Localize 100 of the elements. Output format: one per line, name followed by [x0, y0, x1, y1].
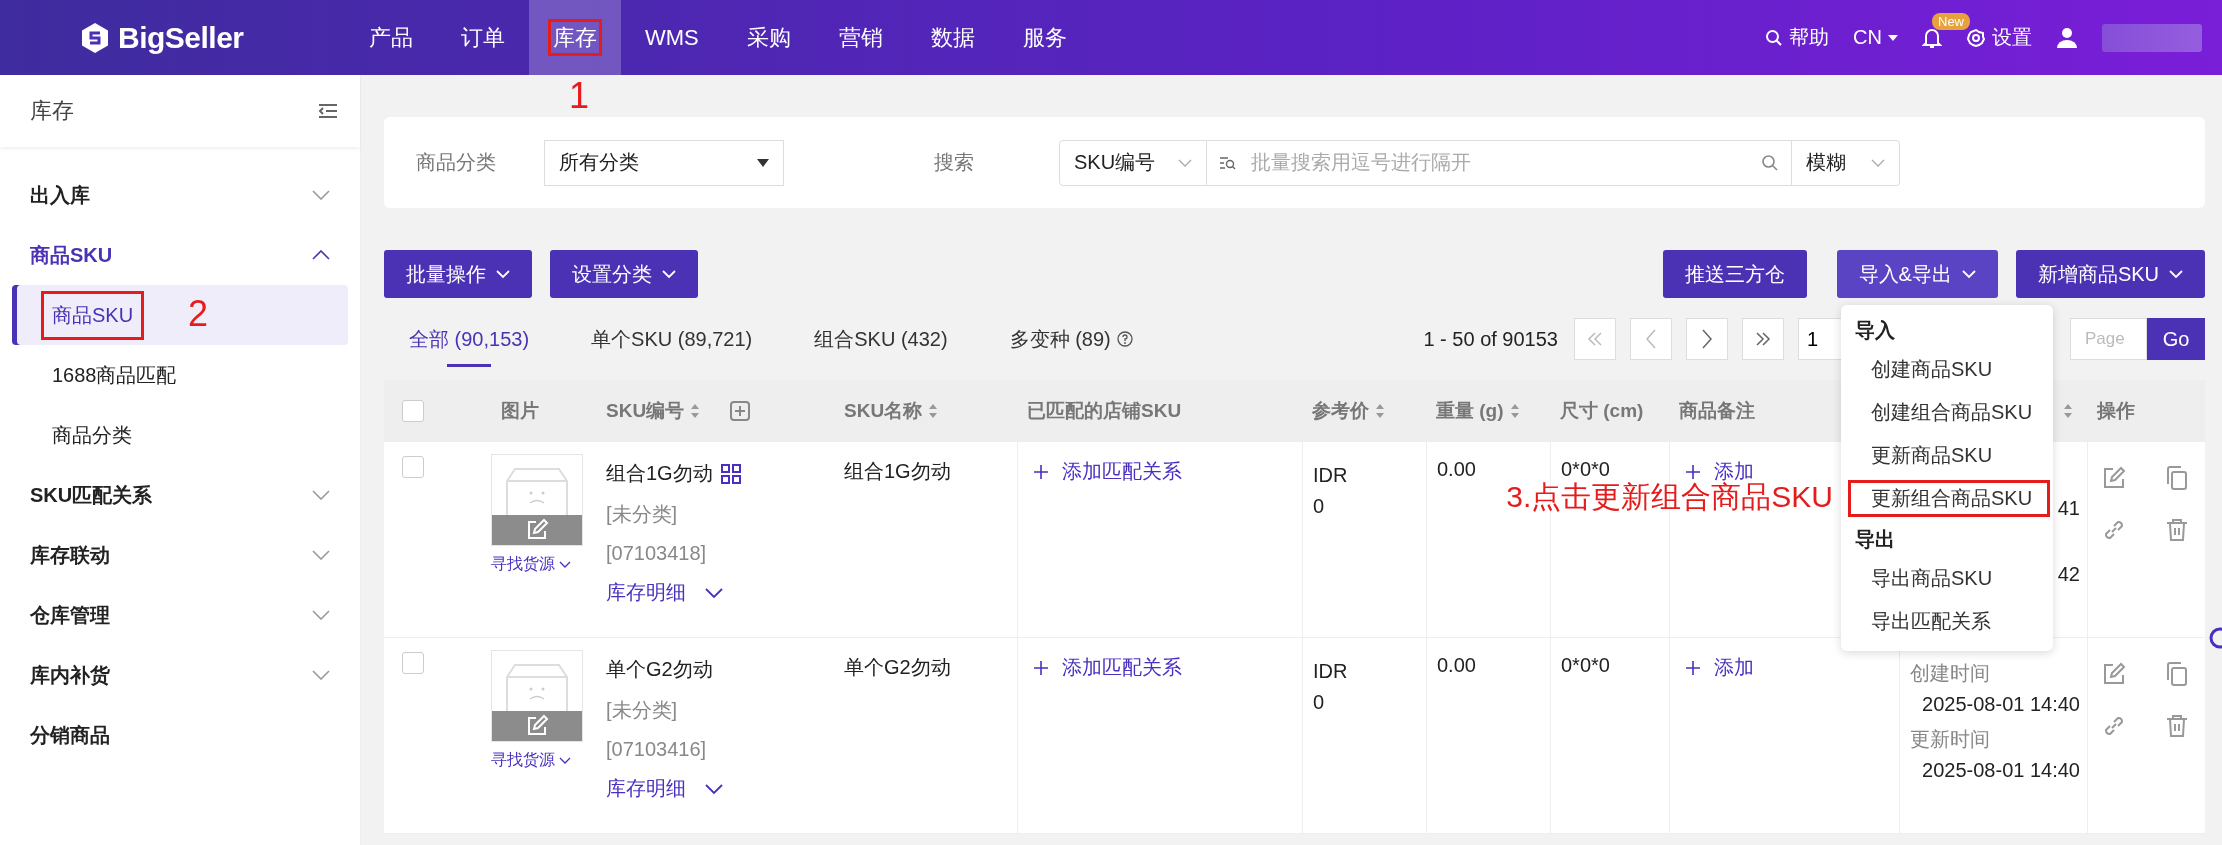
add-match-link[interactable]: 添加匹配关系: [1028, 654, 1182, 681]
language-select[interactable]: CN: [1853, 26, 1898, 49]
dropdown-button[interactable]: 设置分类: [550, 250, 698, 298]
edit-icon[interactable]: [2102, 466, 2126, 490]
nav-tab[interactable]: 订单: [437, 0, 529, 75]
menu-item[interactable]: 更新商品SKU: [1841, 434, 2053, 477]
menu-item[interactable]: 导出商品SKU: [1841, 557, 2053, 600]
chevron-icon: [1645, 329, 1657, 349]
menu-item[interactable]: 更新组合商品SKU: [1845, 477, 2053, 520]
select-all-checkbox[interactable]: [402, 400, 424, 422]
chevron-icon: [1701, 329, 1713, 349]
page-range: 1 - 50 of 90153: [1423, 327, 1558, 351]
search-field[interactable]: 批量搜索用逗号进行隔开: [1207, 139, 1792, 186]
collapse-icon[interactable]: [318, 103, 338, 119]
tab[interactable]: 多变种 (89): [1009, 307, 1133, 371]
find-source-link[interactable]: 寻找货源: [491, 554, 571, 575]
tab[interactable]: 组合SKU (432): [814, 307, 948, 371]
sort-icon[interactable]: [928, 403, 939, 419]
sort-icon[interactable]: [1375, 403, 1385, 419]
last-page-button[interactable]: [1742, 318, 1784, 360]
add-note-link[interactable]: 添加: [1680, 654, 1754, 681]
time-label: 更新时间: [1910, 727, 1991, 752]
toolbar-button[interactable]: 导入&导出: [1836, 250, 1998, 298]
column-header: SKU名称: [844, 399, 923, 423]
chevron-icon: [559, 756, 571, 765]
sidebar-group[interactable]: 商品SKU: [0, 225, 360, 285]
column-header: 操作: [2097, 399, 2135, 423]
edit-image-button[interactable]: [492, 711, 582, 741]
nav-tab[interactable]: WMS: [621, 0, 723, 75]
add-column-icon[interactable]: [730, 401, 751, 421]
nav-tab[interactable]: 产品: [345, 0, 437, 75]
edit-icon[interactable]: [2102, 662, 2126, 686]
next-page-button[interactable]: [1686, 318, 1728, 360]
go-button[interactable]: Go: [2147, 318, 2205, 360]
delete-icon[interactable]: [2166, 714, 2188, 738]
sku-number: [07103416]: [606, 738, 707, 761]
sort-icon[interactable]: [2063, 403, 2073, 419]
toolbar-button[interactable]: 新增商品SKU: [2015, 250, 2205, 298]
add-match-link[interactable]: 添加匹配关系: [1028, 458, 1182, 485]
column-header: 已匹配的店铺SKU: [1027, 399, 1182, 423]
sidebar-group[interactable]: 分销商品: [0, 705, 360, 765]
category-select[interactable]: 所有分类: [544, 139, 784, 186]
sidebar-item[interactable]: 1688商品匹配: [12, 345, 348, 405]
chevron-icon: [312, 550, 330, 560]
help-link[interactable]: 帮助: [1765, 24, 1830, 51]
time-value: 42: [2057, 563, 2080, 585]
sidebar-item[interactable]: 商品分类: [12, 405, 348, 465]
nav-tab[interactable]: 数据: [906, 0, 999, 75]
table-cell-text: 组合1G勿动: [844, 459, 951, 484]
chevron-icon: [312, 190, 330, 200]
annotation-number: 1: [569, 78, 590, 114]
menu-item[interactable]: 创建组合商品SKU: [1841, 391, 2053, 434]
sidebar-group[interactable]: 库存联动: [0, 525, 360, 585]
menu-item[interactable]: 导出匹配关系: [1841, 600, 2053, 643]
sidebar-group[interactable]: SKU匹配关系: [0, 465, 360, 525]
user-icon[interactable]: [2056, 26, 2078, 49]
sku-number: [07103418]: [606, 542, 707, 565]
tab[interactable]: 全部 (90,153): [409, 307, 530, 371]
stock-detail-link[interactable]: 库存明细: [606, 579, 724, 606]
list-search-icon: [1219, 155, 1237, 170]
link-icon[interactable]: [2102, 518, 2126, 542]
bell-icon[interactable]: [1922, 26, 1942, 49]
column-header: 尺寸 (cm): [1560, 399, 1644, 423]
link-icon[interactable]: [2102, 714, 2126, 738]
copy-icon[interactable]: [2166, 662, 2188, 686]
row-checkbox[interactable]: [402, 652, 424, 674]
table-cell: 0.00: [1437, 458, 1476, 481]
nav-tab[interactable]: 采购: [722, 0, 815, 75]
sort-icon[interactable]: [1509, 403, 1520, 419]
first-page-button[interactable]: [1574, 318, 1616, 360]
stock-detail-link[interactable]: 库存明细: [606, 775, 724, 802]
logo-text: BigSeller: [118, 20, 244, 55]
sidebar-group[interactable]: 出入库: [0, 165, 360, 225]
row-checkbox[interactable]: [402, 456, 424, 478]
chevron-icon: [704, 586, 724, 599]
sku-code: 单个G2勿动: [606, 657, 713, 682]
column-header: 图片: [501, 399, 539, 423]
match-mode-select[interactable]: 模糊: [1792, 139, 1900, 186]
edit-image-button[interactable]: [492, 515, 582, 545]
dropdown-button[interactable]: 批量操作: [384, 250, 532, 298]
copy-icon[interactable]: [2166, 466, 2188, 490]
edit-icon: [525, 714, 549, 738]
chevron-icon: [496, 269, 510, 279]
sidebar-group[interactable]: 仓库管理: [0, 585, 360, 645]
nav-tab[interactable]: 营销: [814, 0, 907, 75]
toolbar-button[interactable]: 推送三方仓: [1662, 250, 1807, 298]
nav-tab[interactable]: 库存: [529, 0, 621, 75]
page-jump-field[interactable]: Page: [2070, 318, 2147, 360]
edit-icon: [525, 518, 549, 542]
search-field-select[interactable]: SKU编号: [1059, 139, 1207, 186]
delete-icon[interactable]: [2166, 518, 2188, 542]
nav-tab[interactable]: 服务: [998, 0, 1091, 75]
sidebar-group[interactable]: 库内补货: [0, 645, 360, 705]
category-text: [未分类]: [606, 698, 678, 723]
search-icon[interactable]: [1761, 153, 1779, 172]
find-source-link[interactable]: 寻找货源: [491, 750, 571, 771]
sort-icon[interactable]: [690, 403, 701, 419]
table-cell: IDR: [1313, 464, 1348, 487]
search-icon: [1765, 28, 1784, 47]
tab[interactable]: 单个SKU (89,721): [591, 307, 753, 371]
